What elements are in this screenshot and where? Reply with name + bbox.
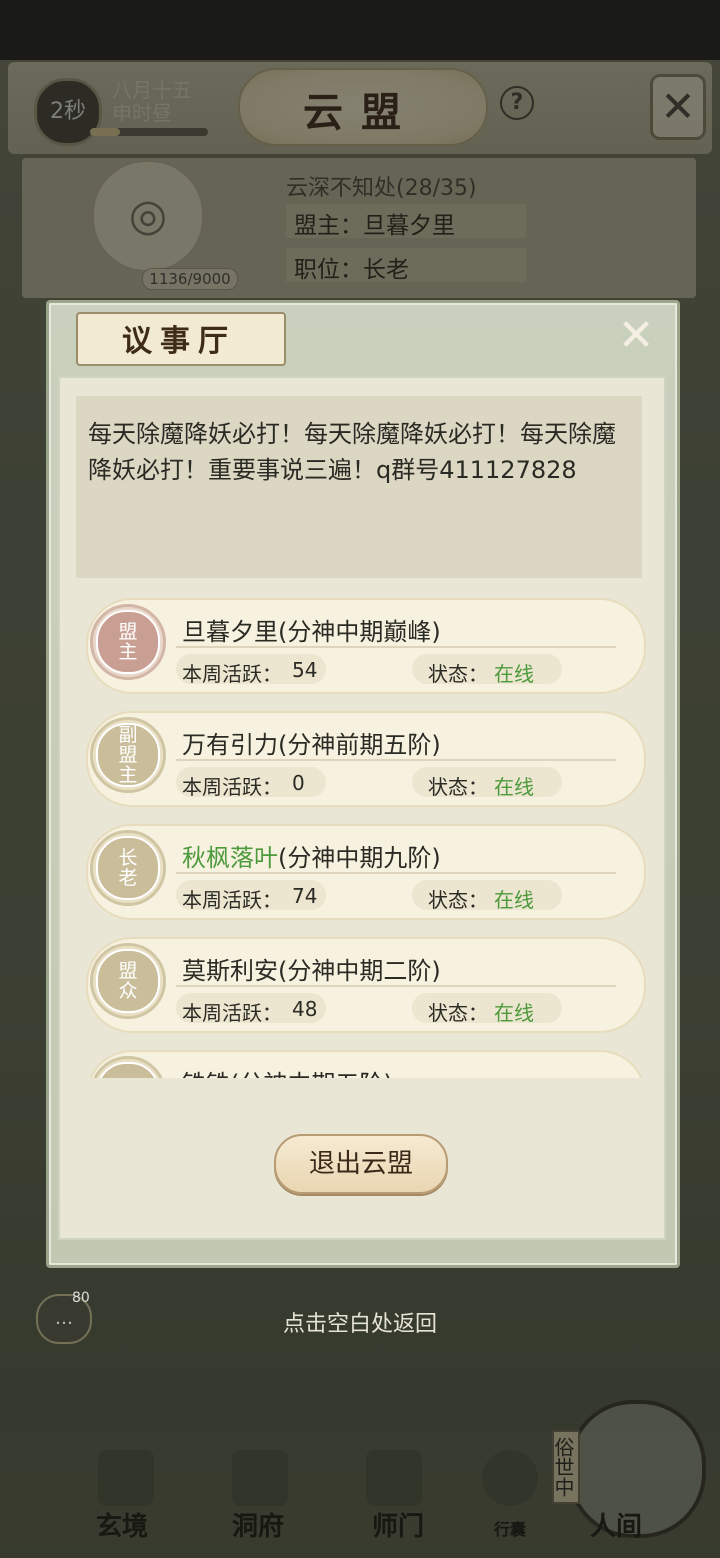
member-name-text: 莫斯利安 [182, 957, 278, 985]
member-card[interactable]: 副盟主 万有引力(分神前期五阶) 本周活跃： 0 状态： 在线 [76, 707, 648, 807]
member-name[interactable]: 旦暮夕里(分神中期巅峰) [182, 612, 441, 647]
member-name[interactable]: 铢铢(分神中期五阶) [182, 1064, 393, 1078]
member-realm: (分神前期五阶) [278, 731, 441, 759]
role-badge: 长老 [90, 830, 166, 906]
activity-value: 48 [292, 997, 318, 1021]
role-badge: 盟众 [90, 943, 166, 1019]
member-name[interactable]: 莫斯利安(分神中期二阶) [182, 951, 441, 986]
member-name-text: 秋枫落叶 [182, 844, 278, 872]
member-name[interactable]: 秋枫落叶(分神中期九阶) [182, 838, 441, 873]
status-label: 状态： [428, 1001, 488, 1025]
role-label: 盟主 [118, 621, 138, 663]
status-value: 在线 [494, 888, 534, 912]
role-badge: 副盟主 [90, 717, 166, 793]
role-label: 盟众 [118, 960, 138, 1002]
tap-to-return-hint[interactable]: 点击空白处返回 [200, 1306, 520, 1338]
status-label: 状态： [428, 662, 488, 686]
status-label: 状态： [428, 888, 488, 912]
member-realm: (分神中期五阶) [230, 1070, 393, 1078]
status-bar-area [0, 0, 720, 60]
status-value: 在线 [494, 775, 534, 799]
exit-alliance-button[interactable]: 退出云盟 [274, 1134, 448, 1194]
status-value: 在线 [494, 662, 534, 686]
member-card[interactable]: 盟主 旦暮夕里(分神中期巅峰) 本周活跃： 54 状态： 在线 [76, 594, 648, 694]
status-value: 在线 [494, 1001, 534, 1025]
member-name[interactable]: 万有引力(分神前期五阶) [182, 725, 441, 760]
member-name-text: 万有引力 [182, 731, 278, 759]
member-list[interactable]: 盟主 旦暮夕里(分神中期巅峰) 本周活跃： 54 状态： 在线 副盟主 万有引力… [76, 590, 648, 1078]
modal-close-icon[interactable]: ✕ [612, 312, 660, 360]
activity-label: 本周活跃： [182, 662, 282, 686]
status-label: 状态： [428, 775, 488, 799]
member-realm: (分神中期巅峰) [278, 618, 441, 646]
member-card[interactable]: 盟众 莫斯利安(分神中期二阶) 本周活跃： 48 状态： 在线 [76, 933, 648, 1033]
activity-value: 0 [292, 771, 305, 795]
activity-label: 本周活跃： [182, 888, 282, 912]
role-label: 长老 [118, 847, 138, 889]
member-name-text: 旦暮夕里 [182, 618, 278, 646]
activity-value: 54 [292, 658, 318, 682]
member-card-partial[interactable]: 铢铢(分神中期五阶) [76, 1046, 648, 1078]
modal-title: 议事厅 [122, 324, 236, 359]
member-realm: (分神中期九阶) [278, 844, 441, 872]
activity-label: 本周活跃： [182, 775, 282, 799]
role-label: 副盟主 [118, 724, 138, 786]
chat-count: 80 [72, 1290, 90, 1306]
alliance-notice: 每天除魔降妖必打！每天除魔降妖必打！每天除魔降妖必打！重要事说三遍！q群号411… [88, 420, 616, 484]
role-badge: 盟主 [90, 604, 166, 680]
activity-label: 本周活跃： [182, 1001, 282, 1025]
member-name-text: 铢铢 [182, 1070, 230, 1078]
member-card[interactable]: 长老 秋枫落叶(分神中期九阶) 本周活跃： 74 状态： 在线 [76, 820, 648, 920]
member-realm: (分神中期二阶) [278, 957, 441, 985]
activity-value: 74 [292, 884, 318, 908]
